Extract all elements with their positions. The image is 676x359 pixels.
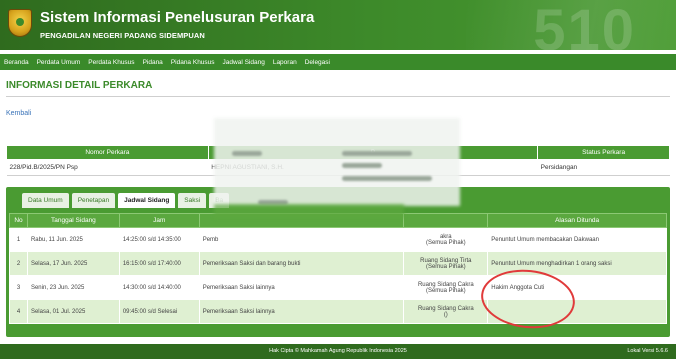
row-tanggal: Selasa, 17 Jun. 2025 <box>26 251 120 276</box>
col-nomor-perkara: Nomor Perkara <box>6 145 209 160</box>
nav-beranda[interactable]: Beranda <box>4 59 29 66</box>
nav-pidana[interactable]: Pidana <box>143 59 163 66</box>
row-tanggal: Senin, 23 Jun. 2025 <box>26 275 120 300</box>
row-no: 1 <box>9 227 28 252</box>
nav-perdata-umum[interactable]: Perdata Umum <box>37 59 81 66</box>
header-watermark: 510 <box>533 0 636 51</box>
tab-saksi[interactable]: Saksi <box>178 193 207 208</box>
nav-jadwal-sidang[interactable]: Jadwal Sidang <box>223 59 265 66</box>
tab-data-umum[interactable]: Data Umum <box>22 193 69 208</box>
title-divider <box>6 96 670 97</box>
col-ruangan <box>403 213 489 228</box>
nav-pidana-khusus[interactable]: Pidana Khusus <box>171 59 215 66</box>
main-navbar: Beranda Perdata Umum Perdata Khusus Pida… <box>0 54 676 70</box>
version-text: Lokal Versi 5.6.6 <box>627 348 668 354</box>
tab-bar: Data Umum Penetapan Jadwal Sidang Saksi … <box>22 193 232 208</box>
row-ruang: akra (Semua Pihak) <box>403 227 489 252</box>
page-footer: Hak Cipta © Mahkamah Agung Republik Indo… <box>0 344 676 359</box>
tab-penetapan[interactable]: Penetapan <box>71 193 116 208</box>
row-no: 4 <box>9 299 28 324</box>
row-agenda: Pemeriksaan Saksi lainnya <box>198 275 405 300</box>
copyright-text: Hak Cipta © Mahkamah Agung Republik Indo… <box>269 348 407 354</box>
row-ruang: Ruang Sidang Tirta (Semua Pihak) <box>403 251 489 276</box>
row-agenda: Pemb <box>198 227 405 252</box>
nav-laporan[interactable]: Laporan <box>273 59 297 66</box>
redaction-blur <box>214 118 460 206</box>
row-jam: 14:30:00 s/d 14:40:00 <box>118 275 200 300</box>
app-title: Sistem Informasi Penelusuran Perkara <box>40 9 315 26</box>
nav-perdata-khusus[interactable]: Perdata Khusus <box>88 59 134 66</box>
app-header: 510 Sistem Informasi Penelusuran Perkara… <box>0 0 676 50</box>
row-alasan: Penuntut Umum membacakan Dakwaan <box>487 227 667 252</box>
row-agenda: Pemeriksaan Saksi dan barang bukti <box>198 251 405 276</box>
row-ruang: Ruang Sidang Cakra (Semua Pihak) <box>403 275 489 300</box>
court-logo-icon <box>8 9 32 37</box>
nav-delegasi[interactable]: Delegasi <box>305 59 330 66</box>
row-agenda: Pemeriksaan Saksi lainnya <box>198 299 405 324</box>
back-link[interactable]: Kembali <box>6 110 31 117</box>
table-row: 1 Rabu, 11 Jun. 2025 14:25:00 s/d 14:35:… <box>9 227 667 252</box>
table-row: 2 Selasa, 17 Jun. 2025 16:15:00 s/d 17:4… <box>9 251 667 276</box>
redaction-blur <box>214 204 404 218</box>
row-ruang: Ruang Sidang Cakra () <box>403 299 489 324</box>
col-tanggal-sidang: Tanggal Sidang <box>26 213 120 228</box>
row-no: 2 <box>9 251 28 276</box>
row-tanggal: Rabu, 11 Jun. 2025 <box>26 227 120 252</box>
page-title: INFORMASI DETAIL PERKARA <box>6 80 153 91</box>
col-no: No <box>9 213 28 228</box>
row-jam: 14:25:00 s/d 14:35:00 <box>118 227 200 252</box>
court-name: PENGADILAN NEGERI PADANG SIDEMPUAN <box>40 31 205 40</box>
case-number: 228/Pid.B/2025/PN Psp <box>6 159 209 176</box>
col-status-perkara: Status Perkara <box>537 145 670 160</box>
col-alasan-ditunda: Alasan Ditunda <box>487 213 667 228</box>
row-no: 3 <box>9 275 28 300</box>
col-jam: Jam <box>118 213 200 228</box>
row-tanggal: Selasa, 01 Jul. 2025 <box>26 299 120 324</box>
tab-jadwal-sidang[interactable]: Jadwal Sidang <box>118 193 176 208</box>
row-jam: 16:15:00 s/d 17:40:00 <box>118 251 200 276</box>
case-status: Persidangan <box>537 159 670 176</box>
row-jam: 09:45:00 s/d Selesai <box>118 299 200 324</box>
